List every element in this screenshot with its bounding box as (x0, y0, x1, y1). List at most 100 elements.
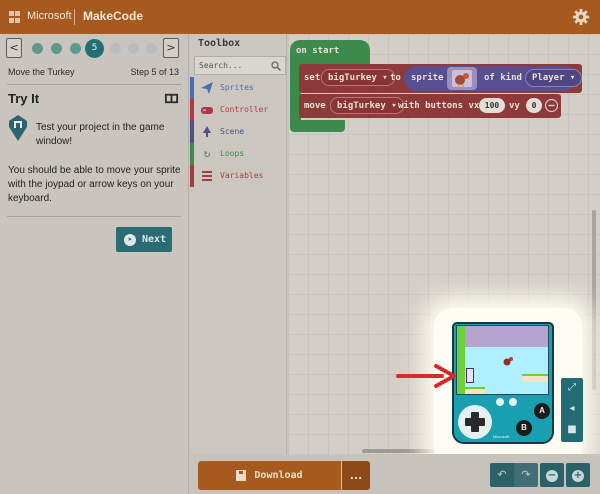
kind-dropdown[interactable]: Player ▾ (525, 69, 583, 87)
turkey-image-icon (452, 70, 472, 87)
instruction-heading: Try It (8, 91, 40, 106)
restart-icon[interactable] (496, 398, 504, 406)
toolbox-title: Toolbox (198, 38, 241, 49)
list-icon (202, 171, 212, 181)
category-label: Controller (220, 105, 269, 114)
previous-step-button[interactable]: < (6, 38, 22, 58)
screen-wall (457, 326, 465, 394)
move-variable-name: bigTurkey (337, 101, 386, 111)
minus-circle-icon[interactable] (545, 99, 558, 112)
immersive-reader-icon[interactable] (164, 91, 179, 106)
download-label: Download (254, 470, 303, 481)
tutorial-panel: < 5 > Move the Turkey Step 5 of 13 Try I… (0, 34, 189, 494)
turkey-sprite-icon (503, 357, 513, 366)
undo-icon: ↶ (497, 468, 507, 481)
instruction-text-2: You should be able to move your sprite w… (8, 165, 181, 204)
of-kind-label: of kind (484, 73, 522, 83)
category-label: Sprites (220, 83, 254, 92)
vy-label: vy (509, 101, 520, 111)
step-dot-2[interactable] (51, 43, 62, 54)
step-dot-6[interactable] (110, 43, 121, 54)
screen-sky-band (457, 326, 548, 347)
step-dot-3[interactable] (70, 43, 81, 54)
redo-button[interactable]: ↷ (514, 463, 538, 487)
step-progress: < 5 > (6, 38, 182, 60)
toolbox-category-variables[interactable]: Variables (190, 165, 287, 187)
category-color-bar (190, 77, 194, 99)
variable-dropdown[interactable]: bigTurkey ▾ (321, 69, 395, 86)
step-dot-1[interactable] (32, 43, 43, 54)
toolbox-category-loops[interactable]: ↻ Loops (190, 143, 287, 165)
category-color-bar (190, 165, 194, 187)
tree-icon (203, 126, 211, 137)
paper-plane-icon (201, 82, 213, 94)
zoom-in-icon: + (572, 469, 584, 482)
dpad-vertical-icon (471, 412, 479, 432)
sound-icon[interactable] (509, 398, 517, 406)
microsoft-logo-icon (9, 11, 21, 23)
arrow-right-icon: ➤ (124, 233, 136, 246)
instruction-text-1: Test your project in the game window! (36, 122, 165, 147)
toolbox-panel: Toolbox Search... Sprites Controller Sce… (190, 34, 287, 494)
gear-icon[interactable] (572, 8, 590, 26)
player-sprite (466, 368, 474, 383)
a-button[interactable]: A (534, 403, 550, 419)
step-dot-8[interactable] (146, 43, 157, 54)
toolbox-category-sprites[interactable]: Sprites (190, 77, 287, 99)
search-placeholder: Search... (199, 61, 243, 70)
move-label: move (304, 101, 326, 111)
search-icon (271, 61, 281, 71)
gamepad-icon (201, 107, 213, 114)
mute-icon[interactable]: ◂ (566, 403, 578, 415)
b-button[interactable]: B (516, 420, 532, 436)
with-buttons-label: with buttons vx (398, 101, 480, 111)
fullscreen-icon[interactable]: ⤢ (566, 382, 578, 394)
tutorial-step-title: Move the Turkey (8, 67, 75, 77)
simulator-logo: Microsoft (493, 434, 510, 439)
next-step-arrow-button[interactable]: > (163, 38, 179, 58)
on-start-label: on start (296, 46, 340, 56)
next-button-label: Next (142, 234, 167, 245)
set-label: set (304, 73, 321, 83)
toolbox-category-controller[interactable]: Controller (190, 99, 287, 121)
brand-label: Microsoft (27, 10, 72, 22)
toolbox-search-input[interactable]: Search... (194, 56, 286, 75)
arrow-right-icon (396, 364, 456, 388)
workspace-vertical-scrollbar[interactable] (592, 210, 596, 390)
top-menu-bar: Microsoft MakeCode (0, 0, 600, 34)
divider (7, 84, 181, 85)
on-start-block-foot (290, 120, 345, 132)
undo-button[interactable]: ↶ (490, 463, 514, 487)
screen-platform (465, 387, 485, 394)
category-label: Scene (220, 127, 245, 136)
move-variable-dropdown[interactable]: bigTurkey ▾ (330, 97, 404, 114)
category-label: Loops (220, 149, 245, 158)
product-name[interactable]: MakeCode (83, 9, 143, 23)
redo-icon: ↷ (521, 468, 531, 481)
download-icon (236, 470, 247, 481)
zoom-out-button[interactable]: − (540, 463, 564, 487)
zoom-out-icon: − (546, 469, 558, 482)
brand-divider (74, 9, 75, 25)
game-window-icon (9, 115, 27, 141)
next-button[interactable]: ➤ Next (116, 227, 172, 252)
category-color-bar (190, 99, 194, 121)
screen-platform (522, 374, 548, 382)
vx-input[interactable]: 100 (479, 98, 505, 113)
vy-input[interactable]: 0 (526, 98, 542, 113)
step-dot-7[interactable] (128, 43, 139, 54)
game-screen[interactable] (456, 325, 549, 395)
kind-value: Player (532, 73, 565, 83)
toolbox-category-scene[interactable]: Scene (190, 121, 287, 143)
to-label: to (390, 73, 401, 83)
category-color-bar (190, 121, 194, 143)
screenshot-icon[interactable]: ■ (566, 424, 578, 436)
download-button[interactable]: Download (198, 461, 341, 490)
step-dot-current[interactable]: 5 (85, 39, 104, 58)
variable-name: bigTurkey (328, 73, 377, 83)
more-options-button[interactable]: ... (342, 461, 370, 490)
refresh-icon: ↻ (203, 147, 211, 160)
divider (7, 216, 181, 217)
tutorial-step-count: Step 5 of 13 (130, 67, 179, 77)
zoom-in-button[interactable]: + (566, 463, 590, 487)
